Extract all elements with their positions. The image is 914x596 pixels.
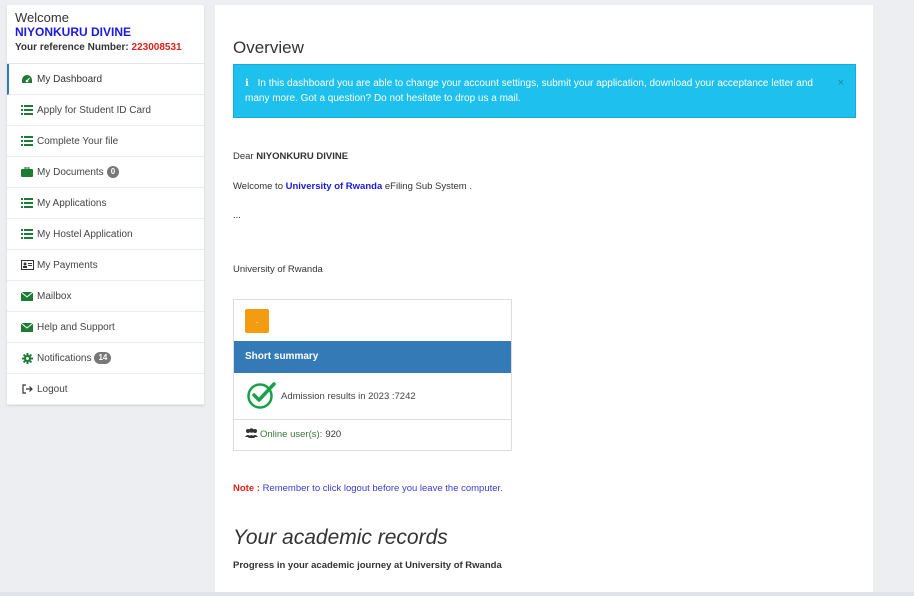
welcome-line: Welcome to University of Rwanda eFiling … (233, 181, 472, 192)
welcome-suffix: eFiling Sub System . (384, 181, 472, 192)
academic-records-title: Your academic records (233, 526, 448, 549)
alert-text: In this dashboard you are able to change… (245, 78, 813, 104)
close-icon[interactable]: × (838, 76, 844, 91)
admission-row: Admission results in 2023 :7242 (234, 373, 511, 420)
note-label: Note : (233, 483, 260, 494)
id-card-icon (20, 259, 34, 271)
dashboard-icon (20, 73, 34, 85)
reference-label: Your reference Number: (15, 42, 129, 53)
sign-out-icon (20, 383, 34, 395)
bottom-bar (0, 592, 914, 596)
sidebar-item-my-dashboard[interactable]: My Dashboard (7, 64, 204, 95)
user-name: NIYONKURU DIVINE (15, 25, 132, 39)
users-icon (245, 428, 258, 441)
sidebar-item-label: My Documents (37, 166, 104, 178)
main-content: Overview ℹ In this dashboard you are abl… (215, 5, 873, 596)
sidebar: Welcome NIYONKURU DIVINE Your reference … (7, 5, 204, 405)
sidebar-item-label: Notifications (37, 352, 92, 364)
academic-records-subtitle: Progress in your academic journey at Uni… (233, 560, 502, 571)
list-icon (20, 104, 34, 116)
sidebar-item-my-applications[interactable]: My Applications (7, 188, 204, 219)
page-title: Overview (233, 38, 304, 57)
documents-count-badge: 0 (106, 166, 120, 178)
list-icon (20, 197, 34, 209)
sidebar-item-help-support[interactable]: Help and Support (7, 312, 204, 343)
sidebar-item-label: My Applications (37, 197, 107, 209)
greeting: Dear NIYONKURU DIVINE (233, 151, 348, 162)
logout-note: Note : Remember to click logout before y… (233, 483, 503, 494)
sidebar-item-mailbox[interactable]: Mailbox (7, 281, 204, 312)
sidebar-item-complete-file[interactable]: Complete Your file (7, 126, 204, 157)
info-icon: ℹ (245, 78, 249, 89)
sidebar-item-label: My Payments (37, 259, 98, 271)
dear-name: NIYONKURU DIVINE (256, 151, 349, 162)
sidebar-item-label: My Dashboard (37, 73, 103, 85)
sidebar-item-label: My Hostel Application (37, 228, 133, 240)
notifications-count-badge: 14 (94, 352, 112, 364)
dear-label: Dear (233, 151, 254, 162)
sidebar-item-my-payments[interactable]: My Payments (7, 250, 204, 281)
sidebar-item-hostel-application[interactable]: My Hostel Application (7, 219, 204, 250)
signature: University of Rwanda (233, 264, 323, 275)
welcome-title: Welcome (15, 10, 69, 25)
admission-text: Admission results in 2023 :7242 (281, 390, 416, 402)
welcome-prefix: Welcome to (233, 181, 283, 192)
info-alert: ℹ In this dashboard you are able to chan… (233, 64, 856, 118)
ellipsis-text: ... (233, 210, 241, 221)
reference-number: Your reference Number: 223008531 (15, 42, 196, 54)
summary-heading: Short summary (234, 341, 511, 373)
university-link[interactable]: University of Rwanda (286, 181, 383, 192)
summary-box: . Short summary Admission results in 202… (233, 299, 512, 451)
envelope-icon (20, 321, 34, 333)
briefcase-icon (20, 166, 34, 178)
sidebar-item-logout[interactable]: Logout (7, 374, 204, 405)
reference-value: 223008531 (131, 42, 182, 53)
online-users-row: Online user(s): 920 (245, 428, 341, 441)
orange-button[interactable]: . (245, 309, 269, 333)
sidebar-item-apply-student-id[interactable]: Apply for Student ID Card (7, 95, 204, 126)
online-count: 920 (325, 429, 342, 440)
sidebar-item-notifications[interactable]: Notifications 14 (7, 343, 204, 374)
sidebar-item-label: Mailbox (37, 290, 72, 302)
sidebar-item-my-documents[interactable]: My Documents 0 (7, 157, 204, 188)
list-icon (20, 228, 34, 240)
sidebar-item-label: Help and Support (37, 321, 115, 333)
gear-icon (20, 352, 34, 364)
sidebar-item-label: Apply for Student ID Card (37, 104, 151, 116)
note-text: Remember to click logout before you leav… (262, 483, 503, 494)
welcome-block: Welcome NIYONKURU DIVINE Your reference … (7, 5, 204, 64)
sidebar-item-label: Complete Your file (37, 135, 119, 147)
envelope-icon (20, 290, 34, 302)
list-icon (20, 135, 34, 147)
online-label: Online user(s): (260, 429, 323, 440)
sidebar-item-label: Logout (37, 383, 68, 395)
check-circle-icon (246, 380, 276, 413)
